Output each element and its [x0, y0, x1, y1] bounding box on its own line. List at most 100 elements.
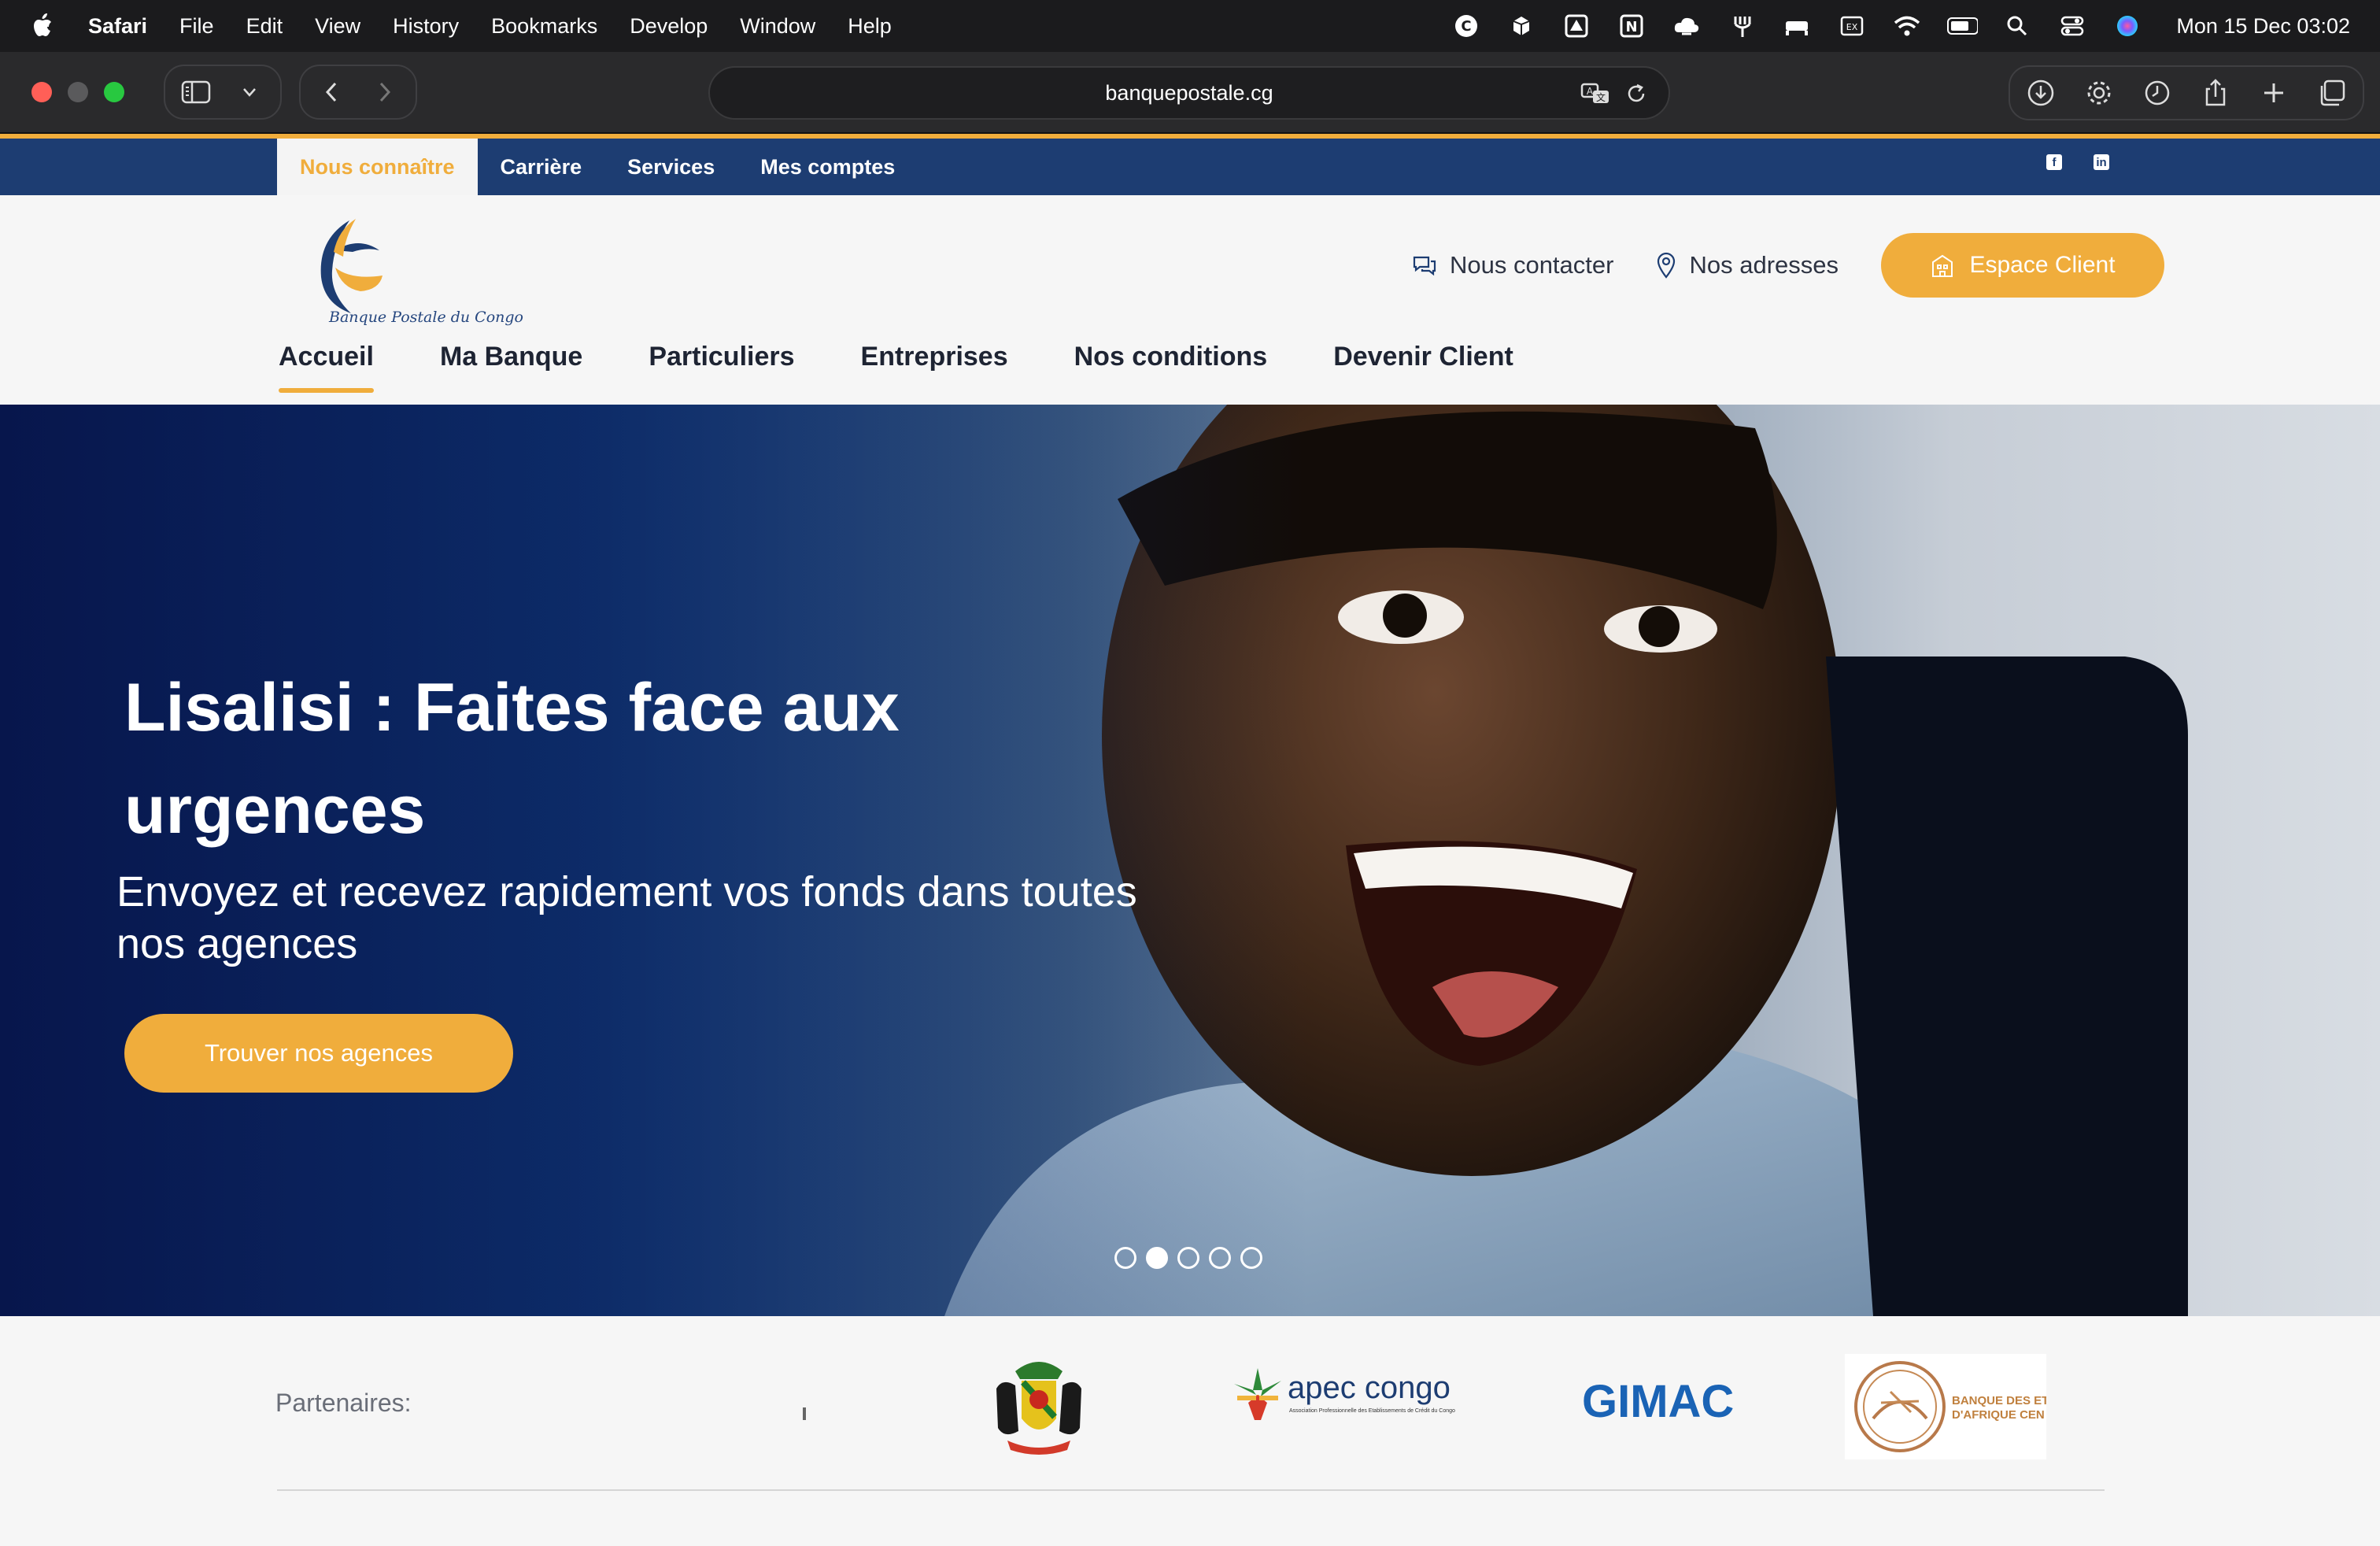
menu-edit[interactable]: Edit	[246, 14, 283, 39]
carousel-marker	[803, 1407, 806, 1420]
share-icon[interactable]	[2201, 78, 2230, 108]
partners-divider	[277, 1489, 2105, 1491]
menu-app-safari[interactable]: Safari	[88, 14, 147, 39]
apple-menu-icon[interactable]	[30, 13, 54, 39]
menu-history[interactable]: History	[393, 14, 459, 39]
linkedin-icon[interactable]: in	[2094, 154, 2109, 170]
main-navigation: Accueil Ma Banque Particuliers Entrepris…	[279, 342, 1513, 393]
menu-help[interactable]: Help	[848, 14, 892, 39]
slider-dot-3[interactable]	[1177, 1247, 1199, 1269]
new-tab-plus-icon[interactable]	[2259, 78, 2289, 108]
chevron-down-icon[interactable]	[235, 77, 264, 107]
congo-coat-of-arms-logo[interactable]	[981, 1349, 1097, 1459]
fork-icon[interactable]	[1726, 12, 1757, 40]
address-bar[interactable]: banquepostale.cg A文	[708, 66, 1670, 120]
gimac-text: GIMAC	[1582, 1376, 1734, 1427]
header-links: Nous contacter Nos adresses Espace Clien…	[1412, 233, 2164, 298]
c-circle-icon[interactable]: C	[1451, 12, 1482, 40]
status-area: C N EX Mon 15 Dec 03:02	[1451, 12, 2350, 40]
browser-toolbar: banquepostale.cg A文	[0, 52, 2380, 134]
bank-logo[interactable]: Banque Postale du Congo	[304, 213, 523, 326]
cube-icon[interactable]	[1506, 12, 1537, 40]
apec-name-text: apec congo	[1288, 1370, 1451, 1405]
bed-icon[interactable]	[1781, 12, 1813, 40]
menu-window[interactable]: Window	[740, 14, 815, 39]
nav-accueil[interactable]: Accueil	[279, 342, 374, 393]
toolbar-actions	[2009, 65, 2364, 120]
reload-icon[interactable]	[1621, 79, 1651, 109]
slider-dots	[1114, 1247, 1262, 1269]
partners-section: Partenaires: apec congo Association Prof…	[0, 1316, 2380, 1546]
svg-text:A: A	[1587, 86, 1594, 97]
siri-icon[interactable]	[2112, 12, 2143, 40]
menu-bookmarks[interactable]: Bookmarks	[491, 14, 597, 39]
site-header: Banque Postale du Congo Nous contacter N…	[0, 195, 2380, 405]
drive-icon[interactable]	[1561, 12, 1592, 40]
facebook-icon[interactable]: f	[2046, 154, 2062, 170]
slider-dot-2[interactable]	[1146, 1247, 1168, 1269]
zoom-window-button[interactable]	[104, 82, 124, 102]
search-icon[interactable]	[2001, 12, 2033, 40]
minimize-window-button[interactable]	[68, 82, 88, 102]
hero-title: Lisalisi : Faites face aux urgences	[124, 670, 900, 848]
apec-congo-logo[interactable]: apec congo Association Professionnelle d…	[1229, 1363, 1465, 1442]
battery-icon[interactable]	[1946, 12, 1979, 40]
tab-mes-comptes[interactable]: Mes comptes	[737, 139, 918, 195]
chat-bubbles-icon	[1413, 256, 1436, 276]
apec-subtitle-text: Association Professionnelle des Etabliss…	[1289, 1408, 1455, 1414]
contact-link[interactable]: Nous contacter	[1412, 251, 1613, 279]
forward-icon[interactable]	[370, 77, 400, 107]
tab-nous-connaitre[interactable]: Nous connaître	[277, 139, 478, 195]
control-center-icon[interactable]	[2057, 12, 2088, 40]
addresses-link[interactable]: Nos adresses	[1656, 251, 1839, 279]
macos-menubar: Safari File Edit View History Bookmarks …	[0, 0, 2380, 52]
wifi-icon[interactable]	[1891, 12, 1923, 40]
translate-icon[interactable]: A文	[1580, 79, 1610, 109]
back-icon[interactable]	[316, 77, 346, 107]
navigation-group	[299, 65, 417, 120]
history-clock-icon[interactable]	[2142, 78, 2172, 108]
hero-slider: Lisalisi : Faites face aux urgences Envo…	[0, 405, 2380, 1316]
logo-mark-icon	[320, 219, 382, 313]
top-tabs: Nous connaître Carrière Services Mes com…	[277, 139, 918, 195]
slider-dot-5[interactable]	[1240, 1247, 1262, 1269]
gimac-icon: GIMAC	[1582, 1376, 1734, 1427]
nav-particuliers[interactable]: Particuliers	[649, 342, 794, 393]
beac-logo[interactable]: BANQUE DES ET D'AFRIQUE CEN	[1845, 1354, 2046, 1459]
sidebar-group	[164, 65, 282, 120]
address-url: banquepostale.cg	[1105, 80, 1273, 105]
tab-overview-icon[interactable]	[2317, 78, 2347, 108]
coat-of-arms-icon	[996, 1362, 1081, 1455]
nav-entreprises[interactable]: Entreprises	[861, 342, 1008, 393]
beac-emblem-icon: BANQUE DES ET D'AFRIQUE CEN	[1854, 1361, 2046, 1452]
find-agencies-button[interactable]: Trouver nos agences	[124, 1014, 513, 1093]
nav-devenir-client[interactable]: Devenir Client	[1333, 342, 1513, 393]
close-window-button[interactable]	[31, 82, 52, 102]
menubar-clock[interactable]: Mon 15 Dec 03:02	[2176, 14, 2350, 39]
beac-text-line1: BANQUE DES ET	[1952, 1394, 2046, 1407]
sidebar-toggle-icon[interactable]	[181, 77, 211, 107]
nav-nos-conditions[interactable]: Nos conditions	[1074, 342, 1268, 393]
hero-subtitle: Envoyez et recevez rapidement vos fonds …	[116, 868, 1137, 967]
notion-icon[interactable]: N	[1616, 12, 1647, 40]
social-links: f in	[2046, 154, 2109, 170]
logo-tagline: Banque Postale du Congo	[329, 309, 523, 326]
cloud-icon[interactable]	[1671, 12, 1702, 40]
menu-develop[interactable]: Develop	[630, 14, 708, 39]
menu-file[interactable]: File	[179, 14, 214, 39]
nav-ma-banque[interactable]: Ma Banque	[440, 342, 582, 393]
downloads-icon[interactable]	[2026, 78, 2056, 108]
menu-view[interactable]: View	[315, 14, 360, 39]
espace-client-button[interactable]: Espace Client	[1881, 233, 2164, 298]
apec-congo-icon: apec congo Association Professionnelle d…	[1234, 1368, 1455, 1420]
settings-gear-icon[interactable]	[2084, 78, 2114, 108]
svg-text:文: 文	[1596, 91, 1606, 103]
tab-services[interactable]: Services	[604, 139, 737, 195]
svg-text:EX: EX	[1846, 22, 1858, 32]
slider-dot-1[interactable]	[1114, 1247, 1136, 1269]
slider-dot-4[interactable]	[1209, 1247, 1231, 1269]
ex-icon[interactable]: EX	[1836, 12, 1868, 40]
tab-carriere[interactable]: Carrière	[478, 139, 605, 195]
gimac-logo[interactable]: GIMAC	[1580, 1371, 1738, 1431]
partners-label: Partenaires:	[275, 1389, 412, 1417]
